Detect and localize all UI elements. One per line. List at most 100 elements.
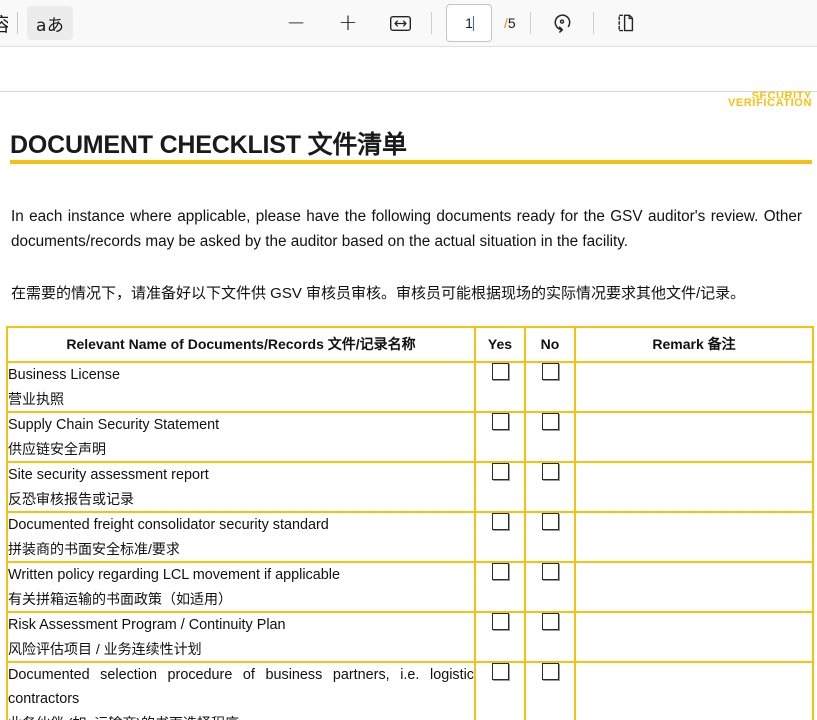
row-document-name: Risk Assessment Program / Continuity Pla… [6,611,476,663]
fit-to-width-button[interactable] [383,7,417,39]
zoom-out-button[interactable]: − [279,7,313,39]
toolbar-center-group: − + 1 /5 [279,0,642,46]
row-name-chinese: 营业执照 [8,391,64,407]
toolbar-divider-4 [592,12,594,34]
row-name-english: Risk Assessment Program / Continuity Pla… [8,617,286,633]
page-count-total: 5 [507,15,516,31]
row-name-chinese: 供应链安全声明 [8,441,106,457]
table-row: Business License 营业执照 [6,361,814,413]
table-row: Supply Chain Security Statement 供应链安全声明 [6,411,814,463]
no-checkbox-icon[interactable] [541,613,559,630]
no-checkbox-icon[interactable] [541,413,559,430]
yes-checkbox-icon[interactable] [491,663,509,680]
no-checkbox-icon[interactable] [541,513,559,530]
page-top-hairline [0,91,817,92]
pdf-viewer-toolbar: 容 aあ − + 1 /5 [0,0,817,47]
row-name-chinese: 拼装商的书面安全标准/要求 [8,541,180,557]
row-name-english: Written policy regarding LCL movement if… [8,567,340,583]
pdf-page-canvas: SECURITY VERIFICATION DOCUMENT CHECKLIST… [0,47,817,720]
gsv-brand-mark: SECURITY VERIFICATION [728,91,812,110]
table-row: Documented freight consolidator security… [6,511,814,563]
yes-checkbox-icon[interactable] [491,413,509,430]
table-body: Business License 营业执照 Supply Chain Securit… [6,361,814,720]
row-document-name: Site security assessment report 反恐审核报告或记录 [6,461,476,513]
row-name-english: Business License [8,367,120,383]
page-number-value: 1 [465,15,473,31]
row-yes-cell[interactable] [474,611,526,663]
column-header-name: Relevant Name of Documents/Records 文件/记录… [6,326,476,363]
no-checkbox-icon[interactable] [541,663,559,680]
toolbar-divider-2 [431,12,432,34]
row-remark-cell[interactable] [574,661,814,720]
row-document-name: Supply Chain Security Statement 供应链安全声明 [6,411,476,463]
row-remark-cell[interactable] [574,461,814,513]
translate-button[interactable]: aあ [27,6,74,40]
row-name-chinese: 有关拼箱运输的书面政策（如适用） [8,591,232,607]
toolbar-left-group: 容 aあ [0,0,74,46]
row-name-chinese: 业务伙伴 (如: 运输商)的书面选择程序 [8,711,474,720]
fit-width-icon [389,15,411,31]
row-name-chinese: 风险评估项目 / 业务连续性计划 [8,641,202,657]
plus-icon: + [338,9,358,36]
row-yes-cell[interactable] [474,361,526,413]
row-name-english: Documented selection procedure of busine… [8,667,474,707]
minus-icon: − [286,9,306,36]
text-cursor [473,15,474,31]
yes-checkbox-icon[interactable] [491,563,509,580]
yes-checkbox-icon[interactable] [491,363,509,380]
brand-line-verification: VERIFICATION [728,97,812,109]
no-checkbox-icon[interactable] [541,363,559,380]
row-document-name: Documented selection procedure of busine… [6,661,476,720]
table-row: Risk Assessment Program / Continuity Pla… [6,611,814,663]
title-underline-rule [10,160,812,164]
table-of-contents-button[interactable]: 容 [0,10,8,37]
row-document-name: Business License 营业执照 [6,361,476,413]
no-checkbox-icon[interactable] [541,463,559,480]
row-name-english: Supply Chain Security Statement [8,417,220,433]
page-title: DOCUMENT CHECKLIST 文件清单 [10,131,407,159]
row-remark-cell[interactable] [574,411,814,463]
row-remark-cell[interactable] [574,511,814,563]
yes-checkbox-icon[interactable] [491,613,509,630]
row-no-cell[interactable] [524,611,576,663]
row-remark-cell[interactable] [574,611,814,663]
column-header-remark: Remark 备注 [574,326,814,363]
row-yes-cell[interactable] [474,661,526,720]
yes-checkbox-icon[interactable] [491,463,509,480]
document-checklist-table: Relevant Name of Documents/Records 文件/记录… [6,326,814,720]
row-remark-cell[interactable] [574,361,814,413]
page-count-label: /5 [504,15,516,31]
column-header-no: No [524,326,576,363]
row-yes-cell[interactable] [474,461,526,513]
row-yes-cell[interactable] [474,511,526,563]
table-row: Site security assessment report 反恐审核报告或记录 [6,461,814,513]
rotate-button[interactable] [545,7,579,39]
toolbar-divider-3 [529,12,531,34]
row-name-english: Site security assessment report [8,467,209,483]
toolbar-divider-1 [17,12,18,34]
row-no-cell[interactable] [524,461,576,513]
row-no-cell[interactable] [524,561,576,613]
rotate-icon [554,14,571,33]
table-header-row: Relevant Name of Documents/Records 文件/记录… [6,326,814,363]
page-layout-button[interactable] [608,7,642,39]
page-layout-icon [618,14,634,32]
intro-paragraph-chinese: 在需要的情况下，请准备好以下文件供 GSV 审核员审核。审核员可能根据现场的实际… [11,285,746,302]
row-no-cell[interactable] [524,361,576,413]
no-checkbox-icon[interactable] [541,563,559,580]
row-no-cell[interactable] [524,411,576,463]
row-no-cell[interactable] [524,511,576,563]
row-yes-cell[interactable] [474,561,526,613]
row-no-cell[interactable] [524,661,576,720]
page-number-input[interactable]: 1 [446,4,492,42]
table-row: Documented selection procedure of busine… [6,661,814,720]
yes-checkbox-icon[interactable] [491,513,509,530]
column-header-yes: Yes [474,326,526,363]
intro-paragraph-english: In each instance where applicable, pleas… [11,208,802,251]
row-remark-cell[interactable] [574,561,814,613]
row-document-name: Documented freight consolidator security… [6,511,476,563]
table-row: Written policy regarding LCL movement if… [6,561,814,613]
row-document-name: Written policy regarding LCL movement if… [6,561,476,613]
row-yes-cell[interactable] [474,411,526,463]
zoom-in-button[interactable]: + [331,7,365,39]
